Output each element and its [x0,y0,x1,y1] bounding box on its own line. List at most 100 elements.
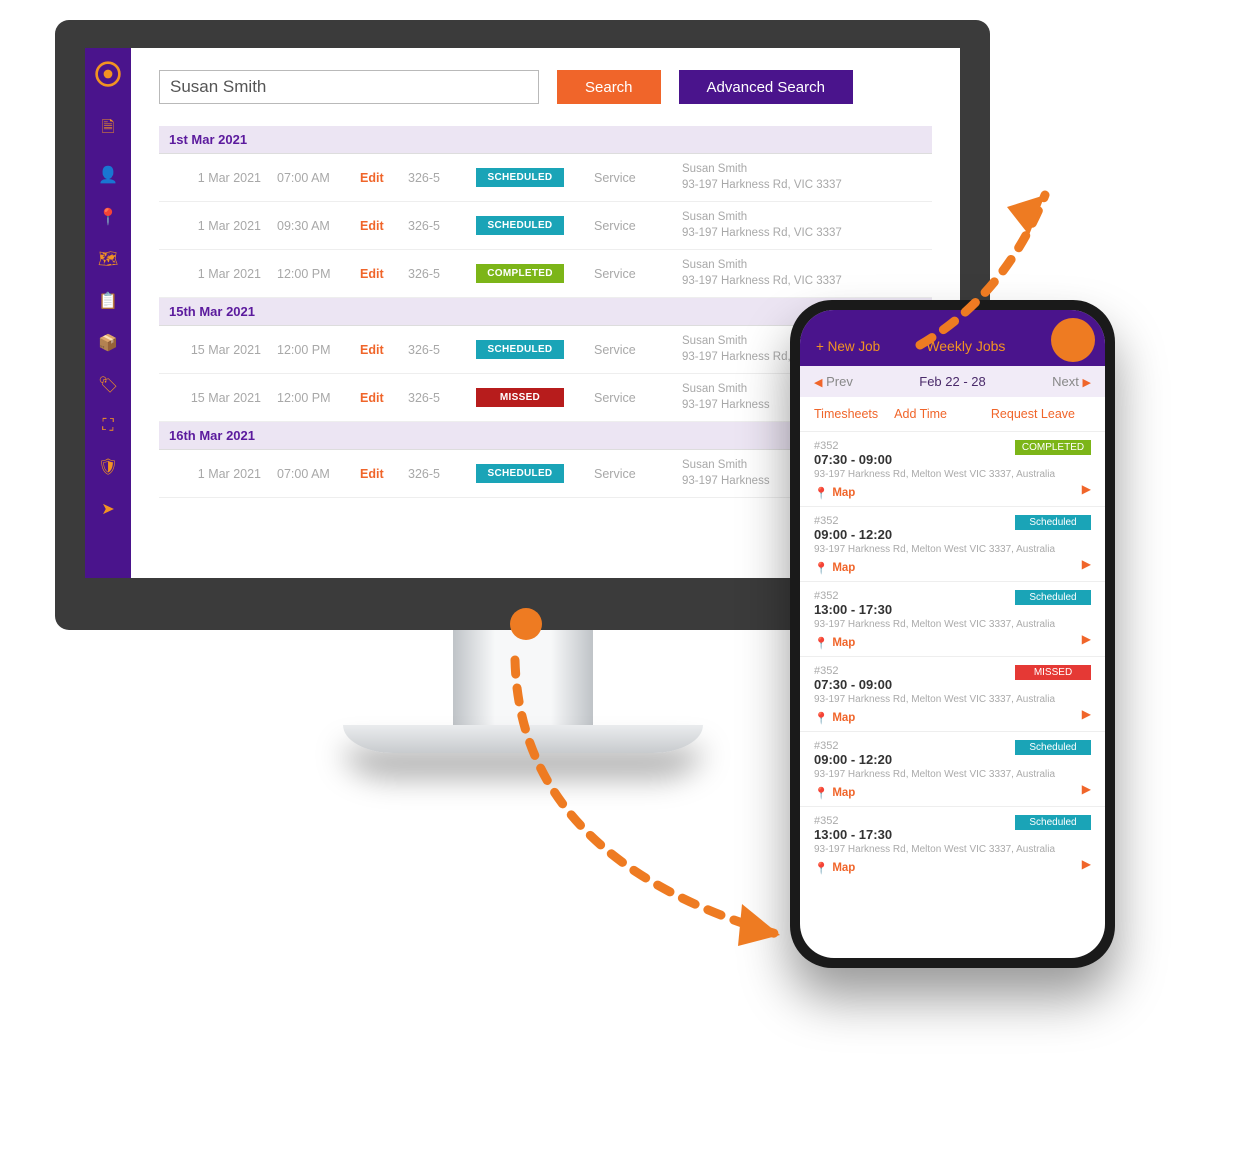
row-date: 15 Mar 2021 [169,391,269,405]
chevron-right-icon: ▶ [1082,857,1091,871]
pin-icon: 📍 [814,711,828,725]
map-icon[interactable]: 🗺 [98,249,118,269]
mobile-screen: + New Job Weekly Jobs ⟳ ☰ ◀ Prev Feb 22 … [800,310,1105,958]
job-card[interactable]: Scheduled#35209:00 - 12:2093-197 Harknes… [800,731,1105,806]
edit-link[interactable]: Edit [360,343,400,357]
cube-icon[interactable]: 📦 [98,333,118,353]
job-card[interactable]: Scheduled#35213:00 - 17:3093-197 Harknes… [800,806,1105,881]
map-link[interactable]: 📍Map [814,486,1091,500]
clipboard-icon[interactable]: 📋 [98,291,118,311]
row-type: Service [594,467,674,481]
tab-request-leave[interactable]: Request Leave [991,407,1075,421]
row-type: Service [594,171,674,185]
sidebar: 🗎 👤 📍 🗺 📋 📦 🏷 ⛶ 🛡 ➤ [85,48,131,578]
mobile-title: Weekly Jobs [880,338,1051,354]
chevron-right-icon: ▶ [1082,482,1091,496]
search-button[interactable]: Search [557,70,661,104]
app-logo-icon [94,60,122,88]
row-type: Service [594,343,674,357]
mobile-tabs: Timesheets Add Time Request Leave [800,397,1105,431]
row-date: 15 Mar 2021 [169,343,269,357]
row-time: 12:00 PM [277,267,352,281]
job-status-badge: Scheduled [1015,815,1091,830]
map-link[interactable]: 📍Map [814,711,1091,725]
search-bar: Search Advanced Search [159,70,932,104]
row-time: 07:00 AM [277,467,352,481]
job-status-badge: COMPLETED [1015,440,1091,455]
status-badge: COMPLETED [476,264,564,283]
edit-link[interactable]: Edit [360,267,400,281]
shield-icon[interactable]: 🛡 [98,457,118,477]
chevron-right-icon: ▶ [1082,557,1091,571]
phone-decor-dot [1051,318,1095,362]
job-card[interactable]: Scheduled#35209:00 - 12:2093-197 Harknes… [800,506,1105,581]
monitor-power-dot [510,608,542,640]
row-type: Service [594,391,674,405]
search-input[interactable] [159,70,539,104]
schedule-row[interactable]: 1 Mar 202107:00 AMEdit326-5SCHEDULEDServ… [159,154,932,202]
chevron-right-icon: ▶ [1082,782,1091,796]
map-link[interactable]: 📍Map [814,561,1091,575]
document-icon[interactable]: 🗎 [102,116,115,143]
job-address: 93-197 Harkness Rd, Melton West VIC 3337… [814,619,1091,630]
row-type: Service [594,219,674,233]
map-link[interactable]: 📍Map [814,786,1091,800]
job-address: 93-197 Harkness Rd, Melton West VIC 3337… [814,544,1091,555]
new-job-button[interactable]: + New Job [816,339,880,354]
chevron-right-icon: ▶ [1083,377,1091,389]
row-customer: Susan Smith93-197 Harkness Rd, VIC 3337 [682,258,922,289]
edit-link[interactable]: Edit [360,171,400,185]
chevron-right-icon: ▶ [1082,632,1091,646]
job-card[interactable]: Scheduled#35213:00 - 17:3093-197 Harknes… [800,581,1105,656]
prev-label: Prev [826,374,853,389]
schedule-row[interactable]: 1 Mar 2021 12:00 PM Edit 326-5 COMPLETED Serv… [159,250,932,298]
row-time: 12:00 PM [277,343,352,357]
week-range: Feb 22 - 28 [919,374,986,389]
job-address: 93-197 Harkness Rd, Melton West VIC 3337… [814,694,1091,705]
prev-week-button[interactable]: ◀ Prev [814,374,853,389]
crop-icon[interactable]: ⛶ [102,417,113,435]
job-address: 93-197 Harkness Rd, Melton West VIC 3337… [814,469,1091,480]
row-id: 326-5 [408,267,468,281]
status-badge: SCHEDULED [476,464,564,483]
job-status-badge: Scheduled [1015,740,1091,755]
advanced-search-button[interactable]: Advanced Search [679,70,853,104]
tab-timesheets[interactable]: Timesheets [814,407,878,421]
row-id: 326-5 [408,219,468,233]
tab-add-time[interactable]: Add Time [894,407,947,421]
row-type: Service [594,267,674,281]
job-status-badge: Scheduled [1015,515,1091,530]
chevron-left-icon: ◀ [814,377,822,389]
row-date: 1 Mar 2021 [169,267,269,281]
job-card[interactable]: COMPLETED#35207:30 - 09:0093-197 Harknes… [800,431,1105,506]
mobile-phone: + New Job Weekly Jobs ⟳ ☰ ◀ Prev Feb 22 … [790,300,1115,968]
edit-link[interactable]: Edit [360,219,400,233]
job-card[interactable]: MISSED#35207:30 - 09:0093-197 Harkness R… [800,656,1105,731]
edit-link[interactable]: Edit [360,467,400,481]
paper-plane-icon[interactable]: ➤ [101,499,114,519]
map-link[interactable]: 📍Map [814,636,1091,650]
pin-icon: 📍 [814,561,828,575]
pin-icon[interactable]: 📍 [98,207,118,227]
status-badge: SCHEDULED [476,168,564,187]
monitor-stand [453,630,593,725]
pin-icon: 📍 [814,786,828,800]
row-id: 326-5 [408,391,468,405]
status-badge: MISSED [476,388,564,407]
row-time: 09:30 AM [277,219,352,233]
map-link[interactable]: 📍Map [814,861,1091,875]
row-date: 1 Mar 2021 [169,219,269,233]
tag-icon[interactable]: 🏷 [98,375,118,395]
date-group-header: 1st Mar 2021 [159,126,932,154]
user-icon[interactable]: 👤 [98,165,118,185]
row-date: 1 Mar 2021 [169,467,269,481]
schedule-row[interactable]: 1 Mar 2021 09:30 AM Edit 326-5 SCHEDULED Serv… [159,202,932,250]
mobile-week-nav: ◀ Prev Feb 22 - 28 Next ▶ [800,366,1105,397]
edit-link[interactable]: Edit [360,391,400,405]
row-time: 12:00 PM [277,391,352,405]
job-address: 93-197 Harkness Rd, Melton West VIC 3337… [814,769,1091,780]
pin-icon: 📍 [814,636,828,650]
next-week-button[interactable]: Next ▶ [1052,374,1091,389]
status-badge: SCHEDULED [476,216,564,235]
mobile-job-list: COMPLETED#35207:30 - 09:0093-197 Harknes… [800,431,1105,958]
